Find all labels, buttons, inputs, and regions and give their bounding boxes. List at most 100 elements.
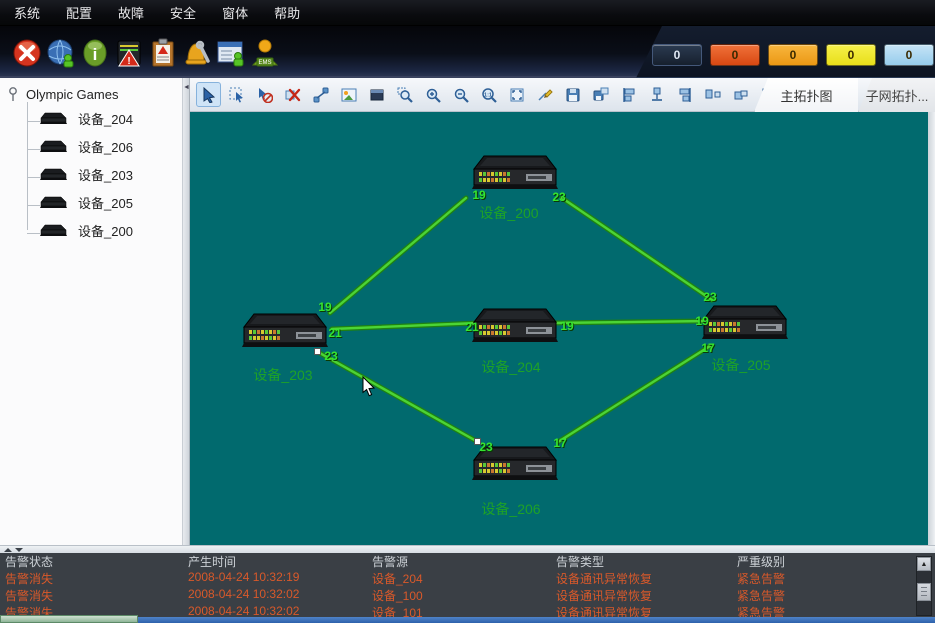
node-device-204[interactable] bbox=[470, 306, 560, 346]
svg-text:i: i bbox=[93, 45, 98, 64]
cell-time: 2008-04-24 10:32:19 bbox=[188, 570, 299, 584]
ems-window: 系统 配置 故障 安全 窗体 帮助 i ! bbox=[0, 0, 935, 623]
counter-critical[interactable]: 0 bbox=[710, 44, 760, 66]
main-toolbar: i ! bbox=[0, 26, 935, 78]
port-label: 19 bbox=[695, 314, 708, 328]
tree-root-olympic-games[interactable]: Olympic Games bbox=[8, 86, 118, 102]
alarm-row[interactable]: 告警消失 2008-04-24 10:32:19 设备_204 设备通讯异常恢复… bbox=[0, 570, 912, 587]
topology-canvas[interactable]: 设备_200 设备_203 设备_204 设备_205 设备_206 19 19… bbox=[190, 112, 928, 545]
export-view-icon[interactable] bbox=[588, 82, 613, 107]
menu-system[interactable]: 系统 bbox=[8, 1, 46, 24]
zoom-out-icon[interactable] bbox=[448, 82, 473, 107]
ems-user-icon[interactable]: EMS bbox=[248, 36, 282, 70]
collapse-sidebar-icon[interactable]: ◄ bbox=[183, 84, 190, 91]
save-icon[interactable] bbox=[560, 82, 585, 107]
menu-bar: 系统 配置 故障 安全 窗体 帮助 bbox=[0, 0, 935, 26]
alarm-list-icon[interactable] bbox=[146, 36, 180, 70]
col-occur-time[interactable]: 产生时间 bbox=[188, 553, 236, 570]
menu-help[interactable]: 帮助 bbox=[268, 1, 306, 24]
background-image-icon[interactable] bbox=[336, 82, 361, 107]
expand-table-icon[interactable] bbox=[4, 548, 12, 552]
device-icon bbox=[40, 196, 68, 209]
col-alarm-status[interactable]: 告警状态 bbox=[5, 553, 53, 570]
tab-label: 主拓扑图 bbox=[780, 86, 832, 105]
port-label: 17 bbox=[553, 436, 566, 450]
distribute-overlap-icon[interactable] bbox=[728, 82, 753, 107]
sidebar-item-device-205[interactable]: 设备_205 bbox=[40, 193, 133, 212]
fit-view-icon[interactable] bbox=[504, 82, 529, 107]
exit-icon[interactable] bbox=[10, 36, 44, 70]
info-icon[interactable]: i bbox=[78, 36, 112, 70]
sidebar-splitter[interactable]: ◄ bbox=[183, 78, 190, 545]
align-left-icon[interactable] bbox=[616, 82, 641, 107]
port-label: 23 bbox=[703, 290, 716, 304]
node-device-205[interactable] bbox=[700, 303, 790, 343]
node-label-200: 设备_200 bbox=[464, 203, 554, 223]
scroll-up-icon[interactable]: ▲ bbox=[917, 557, 931, 571]
node-device-200[interactable] bbox=[470, 153, 560, 193]
edit-link-icon[interactable] bbox=[532, 82, 557, 107]
menu-window[interactable]: 窗体 bbox=[216, 1, 254, 24]
alarm-row[interactable]: 告警消失 2008-04-24 10:32:02 设备_100 设备通讯异常恢复… bbox=[0, 587, 912, 604]
node-label-206: 设备_206 bbox=[466, 499, 556, 519]
table-splitter[interactable] bbox=[0, 545, 935, 553]
tab-subnet-topology[interactable]: 子网拓扑... bbox=[858, 78, 935, 112]
port-label: 21 bbox=[328, 326, 341, 340]
counter-minor[interactable]: 0 bbox=[826, 44, 876, 66]
cell-status: 告警消失 bbox=[5, 587, 53, 604]
scroll-thumb[interactable] bbox=[917, 583, 931, 601]
menu-config[interactable]: 配置 bbox=[60, 1, 98, 24]
menu-security[interactable]: 安全 bbox=[164, 1, 202, 24]
distribute-horizontal-icon[interactable] bbox=[700, 82, 725, 107]
counter-indeterminate[interactable]: 0 bbox=[652, 44, 702, 66]
device-label: 设备_203 bbox=[78, 165, 133, 184]
col-severity[interactable]: 严重级别 bbox=[737, 553, 785, 570]
zoom-in-icon[interactable] bbox=[420, 82, 445, 107]
sidebar-item-device-200[interactable]: 设备_200 bbox=[40, 221, 133, 240]
col-alarm-type[interactable]: 告警类型 bbox=[556, 553, 604, 570]
device-alarm-icon[interactable]: ! bbox=[112, 36, 146, 70]
delete-node-icon[interactable] bbox=[280, 82, 305, 107]
legend-panel-icon[interactable] bbox=[364, 82, 389, 107]
zoom-actual-icon[interactable]: 1:1 bbox=[476, 82, 501, 107]
mouse-cursor bbox=[362, 376, 378, 398]
align-right-icon[interactable] bbox=[672, 82, 697, 107]
menu-fault[interactable]: 故障 bbox=[112, 1, 150, 24]
cell-status: 告警消失 bbox=[5, 570, 53, 587]
topology-globe-icon[interactable] bbox=[44, 36, 78, 70]
link-selection-handle[interactable] bbox=[314, 348, 321, 355]
sidebar-item-device-206[interactable]: 设备_206 bbox=[40, 137, 133, 156]
select-disabled-icon[interactable] bbox=[252, 82, 277, 107]
node-device-203[interactable] bbox=[240, 311, 330, 351]
cell-type: 设备通讯异常恢复 bbox=[556, 570, 652, 587]
device-label: 设备_204 bbox=[78, 109, 133, 128]
marquee-select-icon[interactable] bbox=[224, 82, 249, 107]
link-selection-handle[interactable] bbox=[474, 438, 481, 445]
tab-main-topology[interactable]: 主拓扑图 bbox=[754, 78, 858, 112]
align-port-icon[interactable] bbox=[644, 82, 669, 107]
tree-root-label: Olympic Games bbox=[26, 87, 118, 102]
tree-expander-icon[interactable] bbox=[8, 86, 18, 102]
port-label: 19 bbox=[472, 188, 485, 202]
collapse-table-icon[interactable] bbox=[15, 548, 23, 552]
canvas-scrollbar[interactable] bbox=[928, 112, 935, 545]
sidebar-item-device-203[interactable]: 设备_203 bbox=[40, 165, 133, 184]
alarm-settings-icon[interactable] bbox=[180, 36, 214, 70]
svg-text:EMS: EMS bbox=[258, 60, 271, 66]
window-manager-icon[interactable] bbox=[214, 36, 248, 70]
device-icon bbox=[40, 140, 68, 153]
select-cursor-icon[interactable] bbox=[196, 82, 221, 107]
counter-major[interactable]: 0 bbox=[768, 44, 818, 66]
create-link-icon[interactable] bbox=[308, 82, 333, 107]
col-alarm-source[interactable]: 告警源 bbox=[372, 553, 408, 570]
zoom-area-icon[interactable] bbox=[392, 82, 417, 107]
counter-warning[interactable]: 0 bbox=[884, 44, 934, 66]
node-label-204: 设备_204 bbox=[466, 357, 556, 377]
port-label: 19 bbox=[560, 319, 573, 333]
table-scrollbar[interactable]: ▲ bbox=[916, 556, 932, 616]
topology-toolbar: 1:1 主拓扑图 子网拓扑... bbox=[190, 78, 935, 112]
device-icon bbox=[40, 168, 68, 181]
svg-text:1:1: 1:1 bbox=[484, 92, 492, 98]
cell-severity: 紧急告警 bbox=[737, 587, 785, 604]
sidebar-item-device-204[interactable]: 设备_204 bbox=[40, 109, 133, 128]
